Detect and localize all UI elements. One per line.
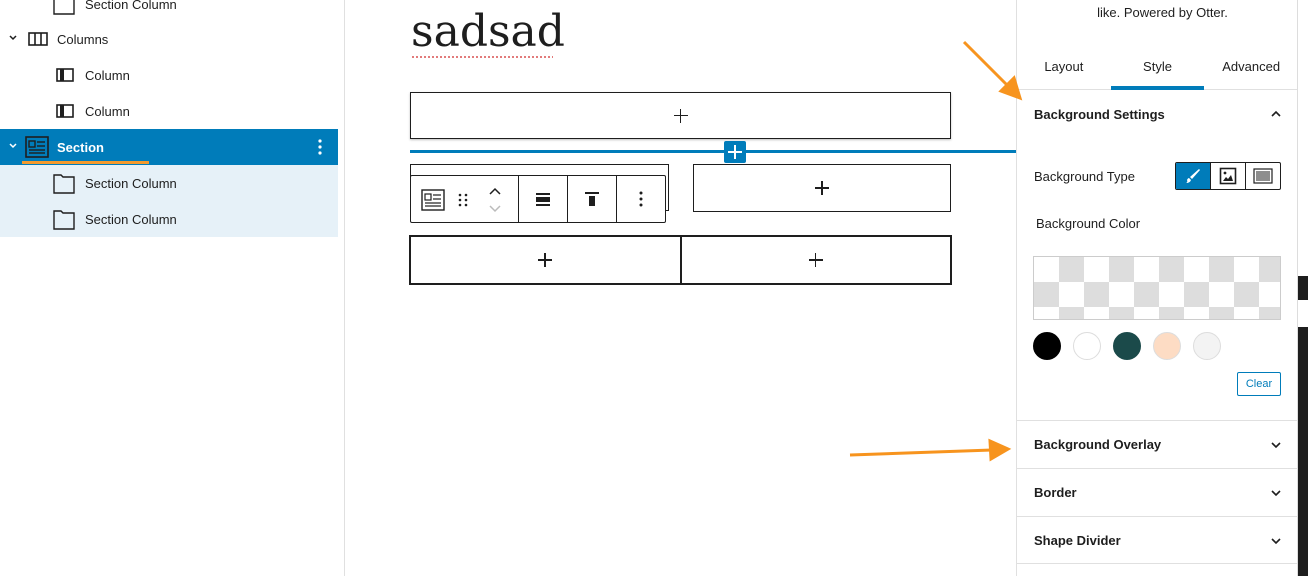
list-item-column[interactable]: Column — [0, 57, 338, 93]
background-settings-title: Background Settings — [1034, 106, 1165, 122]
list-item-section-selected[interactable]: Section — [0, 129, 338, 165]
folder-icon — [53, 174, 75, 194]
column-append-area[interactable] — [411, 237, 680, 283]
plus-icon — [728, 145, 742, 159]
chevron-down-icon — [1271, 538, 1281, 545]
border-toggle[interactable]: Border — [1017, 468, 1298, 516]
color-swatch-light-gray[interactable] — [1193, 332, 1221, 360]
color-swatch-white[interactable] — [1073, 332, 1101, 360]
block-toolbar — [410, 175, 666, 223]
chevron-down-icon — [1271, 442, 1281, 449]
background-overlay-toggle[interactable]: Background Overlay — [1017, 420, 1298, 468]
shape-divider-title: Shape Divider — [1034, 532, 1121, 548]
background-settings-toggle[interactable]: Background Settings — [1017, 90, 1298, 138]
background-type-label: Background Type — [1034, 169, 1135, 184]
insert-block-button[interactable] — [724, 141, 746, 163]
folder-icon — [53, 210, 75, 230]
chevron-down-icon[interactable] — [7, 140, 19, 152]
promo-text: like. Powered by Otter. — [1097, 5, 1228, 20]
block-insertion-line — [410, 150, 1020, 153]
align-icon — [536, 193, 550, 206]
vertical-align-button[interactable] — [568, 176, 617, 222]
background-type-color[interactable] — [1176, 163, 1211, 189]
clear-button[interactable]: Clear — [1237, 372, 1281, 396]
spellcheck-underline — [411, 56, 553, 58]
devtools-dark-block — [1298, 327, 1308, 576]
section-column-block[interactable] — [693, 164, 951, 212]
list-item-section-column[interactable]: Section Column — [0, 201, 338, 237]
devtools-dark-block — [1298, 276, 1308, 300]
color-swatch-peach[interactable] — [1153, 332, 1181, 360]
column-append-area[interactable] — [679, 237, 951, 283]
section-icon — [25, 136, 49, 158]
column-icon — [56, 104, 74, 118]
gradient-icon — [1253, 168, 1273, 184]
chevron-up-icon — [1271, 110, 1281, 117]
sidebar-tabs: Layout Style Advanced — [1017, 43, 1298, 90]
toolbar-group-move — [411, 176, 519, 222]
plus-icon — [808, 253, 823, 267]
folder-icon — [53, 0, 75, 15]
align-button[interactable] — [519, 176, 568, 222]
border-title: Border — [1034, 485, 1077, 500]
move-up-down-icon[interactable] — [487, 186, 503, 214]
more-options-icon — [639, 191, 643, 207]
section-icon[interactable] — [421, 188, 445, 212]
more-options-icon[interactable] — [312, 137, 328, 157]
color-swatch-dark-teal[interactable] — [1113, 332, 1141, 360]
background-overlay-title: Background Overlay — [1034, 437, 1162, 452]
annotation-arrow — [849, 438, 1012, 462]
background-type-image[interactable] — [1211, 163, 1246, 189]
highlight-underline — [22, 161, 149, 164]
chevron-down-icon — [1271, 490, 1281, 497]
list-item-column[interactable]: Column — [0, 93, 338, 129]
annotation-arrow — [962, 40, 1023, 101]
list-item-columns[interactable]: Columns — [0, 21, 338, 57]
vertical-align-top-icon — [585, 192, 599, 206]
brush-icon — [1186, 169, 1200, 183]
list-item-section-column[interactable]: Section Column — [0, 165, 338, 201]
add-block-area[interactable] — [410, 92, 951, 139]
background-color-label: Background Color — [1036, 216, 1141, 231]
column-icon — [56, 68, 74, 82]
plus-icon — [673, 108, 688, 123]
post-title[interactable]: sadsad — [411, 6, 565, 57]
columns-block[interactable] — [409, 235, 952, 285]
tab-advanced[interactable]: Advanced — [1204, 43, 1298, 89]
columns-icon — [28, 32, 48, 46]
color-swatch-black[interactable] — [1033, 332, 1061, 360]
shape-divider-toggle[interactable]: Shape Divider — [1017, 516, 1298, 564]
background-type-gradient[interactable] — [1246, 163, 1280, 189]
chevron-down-icon[interactable] — [7, 32, 19, 44]
editor-root: Section Column Columns Column Column Sec… — [0, 0, 1308, 576]
image-icon — [1219, 167, 1237, 185]
tab-layout[interactable]: Layout — [1017, 43, 1111, 89]
plus-icon — [538, 253, 553, 267]
list-item-section-column[interactable]: Section Column — [0, 0, 338, 22]
list-view-panel: Section Column Columns Column Column Sec… — [0, 0, 345, 576]
plus-icon — [815, 181, 829, 195]
more-options-button[interactable] — [617, 176, 665, 222]
background-type-selector — [1175, 162, 1281, 190]
tab-style[interactable]: Style — [1110, 43, 1205, 90]
drag-handle-icon[interactable] — [457, 192, 469, 208]
color-preview[interactable] — [1033, 256, 1281, 320]
